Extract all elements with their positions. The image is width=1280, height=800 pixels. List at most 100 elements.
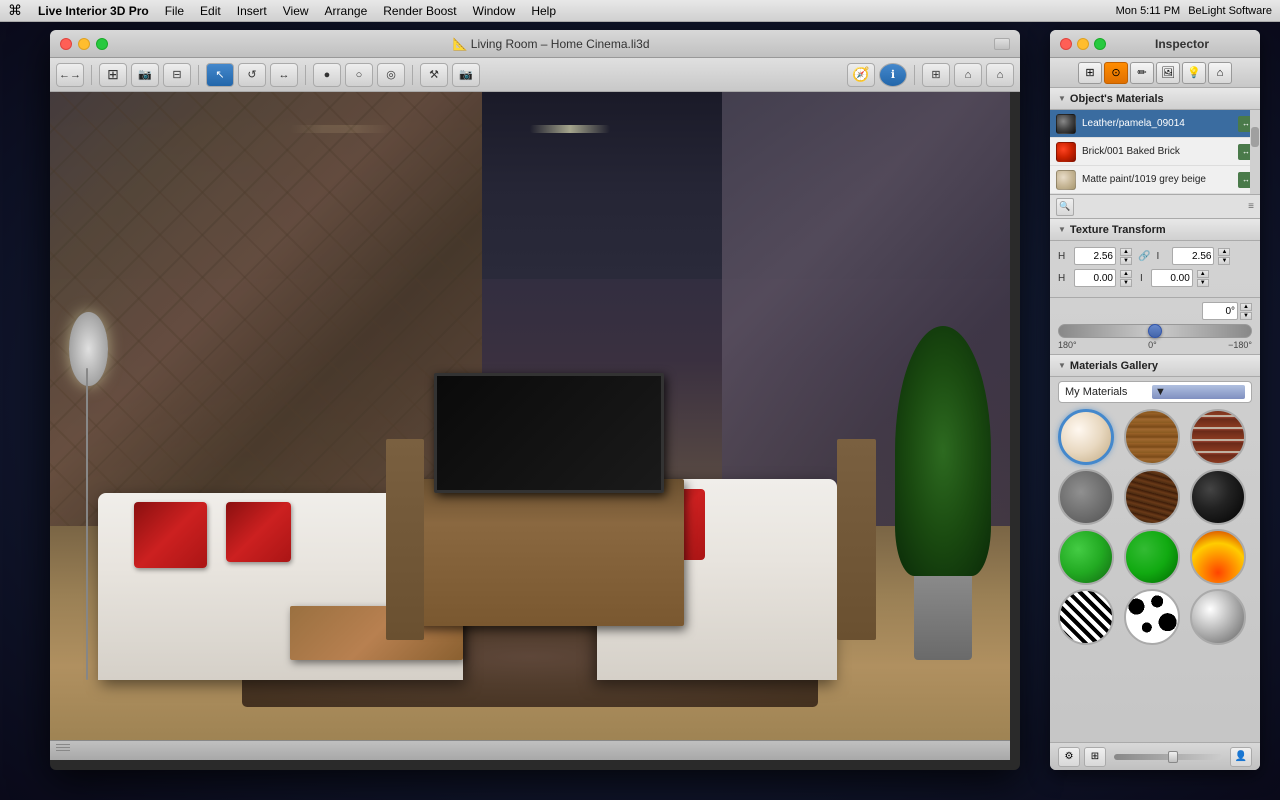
h-input-2[interactable]: 0.00 <box>1074 269 1116 287</box>
gallery-item-concrete[interactable] <box>1058 469 1114 525</box>
window-zoom-btn[interactable] <box>994 38 1010 50</box>
measure-tool[interactable]: ⚒ <box>420 63 448 87</box>
gallery-item-darkwood[interactable] <box>1124 469 1180 525</box>
3d-nav-btn[interactable]: 🧭 <box>847 63 875 87</box>
orbit-tool[interactable]: ○ <box>345 63 373 87</box>
main-window: 📐 Living Room – Home Cinema.li3d ←→ ⊞ 📷 … <box>50 30 1020 770</box>
i-input-2[interactable]: 0.00 <box>1151 269 1193 287</box>
gallery-item-silver[interactable] <box>1190 589 1246 645</box>
info-btn[interactable]: ℹ <box>879 63 907 87</box>
material-item-2[interactable]: Brick/001 Baked Brick ↔ <box>1050 138 1260 166</box>
maximize-button[interactable] <box>96 38 108 50</box>
gallery-item-fire[interactable] <box>1190 529 1246 585</box>
rotate-tool[interactable]: ↺ <box>238 63 266 87</box>
h-up-2[interactable]: ▲ <box>1120 270 1132 278</box>
gallery-item-black[interactable] <box>1190 469 1246 525</box>
gallery-item-brick[interactable] <box>1190 409 1246 465</box>
material-eyedropper[interactable]: 🔍 <box>1056 198 1074 216</box>
select-tool[interactable]: ↖ <box>206 63 234 87</box>
camera-snapshot[interactable]: 📷 <box>452 63 480 87</box>
ceiling-light-2 <box>530 125 610 133</box>
angle-slider-track[interactable] <box>1058 324 1252 338</box>
inspector-grid-btn[interactable]: ⊞ <box>1084 747 1106 767</box>
inspector-tab-object[interactable]: ⊞ <box>1078 62 1102 84</box>
inspector-user-btn[interactable]: 👤 <box>1230 747 1252 767</box>
materials-scrollbar[interactable] <box>1250 110 1260 194</box>
inspector-tab-material[interactable]: ⊙ <box>1104 62 1128 84</box>
gallery-dropdown[interactable]: My Materials ▼ <box>1058 381 1252 403</box>
menu-edit[interactable]: Edit <box>200 4 221 18</box>
room-scene <box>50 92 1010 760</box>
move-tool[interactable]: ↔ <box>270 63 298 87</box>
menu-file[interactable]: File <box>165 4 184 18</box>
view-btn[interactable]: ⊟ <box>163 63 191 87</box>
inspector-tab-edit[interactable]: ✏ <box>1130 62 1154 84</box>
gallery-item-green1[interactable] <box>1058 529 1114 585</box>
grid-view-btn[interactable]: ⊞ <box>922 63 950 87</box>
inspector-title: Inspector <box>1114 37 1250 51</box>
menu-window[interactable]: Window <box>473 4 516 18</box>
i-stepper-1[interactable]: ▲ ▼ <box>1218 248 1230 265</box>
materials-toolbar: 🔍 ≡ <box>1050 195 1260 219</box>
menu-arrange[interactable]: Arrange <box>325 4 368 18</box>
apple-menu[interactable]: ⌘ <box>8 2 22 19</box>
camera-btn[interactable]: 📷 <box>131 63 159 87</box>
resize-handle[interactable] <box>56 744 70 758</box>
sphere-tool[interactable]: ● <box>313 63 341 87</box>
angle-input[interactable]: 0° <box>1202 302 1238 320</box>
h-stepper-1[interactable]: ▲ ▼ <box>1120 248 1132 265</box>
angle-down[interactable]: ▼ <box>1240 312 1252 320</box>
inspector-tab-scene[interactable]: ⌂ <box>1208 62 1232 84</box>
h-down-1[interactable]: ▼ <box>1120 257 1132 265</box>
inspector-close[interactable] <box>1060 38 1072 50</box>
menu-help[interactable]: Help <box>531 4 556 18</box>
inspector-minimize[interactable] <box>1077 38 1089 50</box>
inspector-toolbar: ⊞ ⊙ ✏ 🖼 💡 ⌂ <box>1050 58 1260 88</box>
minimize-button[interactable] <box>78 38 90 50</box>
material-swatch-3 <box>1056 170 1076 190</box>
angle-up[interactable]: ▲ <box>1240 303 1252 311</box>
i-input-1[interactable]: 2.56 <box>1172 247 1214 265</box>
i-down-2[interactable]: ▼ <box>1197 279 1209 287</box>
menu-company: BeLight Software <box>1188 5 1272 17</box>
gallery-dropdown-value: My Materials <box>1065 386 1152 398</box>
angle-slider-thumb[interactable] <box>1148 324 1162 338</box>
gallery-item-dalmatian[interactable] <box>1124 589 1180 645</box>
menu-view[interactable]: View <box>283 4 309 18</box>
inspector-tab-texture[interactable]: 🖼 <box>1156 62 1180 84</box>
app-name[interactable]: Live Interior 3D Pro <box>38 4 149 18</box>
i-down-1[interactable]: ▼ <box>1218 257 1230 265</box>
home-btn[interactable]: ⌂ <box>954 63 982 87</box>
gallery-item-zebra[interactable] <box>1058 589 1114 645</box>
gallery-item-cream[interactable] <box>1058 409 1114 465</box>
material-item-1[interactable]: Leather/pamela_09014 ↔ <box>1050 110 1260 138</box>
menu-render-boost[interactable]: Render Boost <box>383 4 456 18</box>
h-stepper-2[interactable]: ▲ ▼ <box>1120 270 1132 287</box>
inspector-zoom-thumb[interactable] <box>1168 751 1178 763</box>
gallery-item-wood[interactable] <box>1124 409 1180 465</box>
inspector-settings-btn[interactable]: ⚙ <box>1058 747 1080 767</box>
h-down-2[interactable]: ▼ <box>1120 279 1132 287</box>
h-up-1[interactable]: ▲ <box>1120 248 1132 256</box>
viewport[interactable] <box>50 92 1010 760</box>
angle-stepper[interactable]: ▲ ▼ <box>1240 303 1252 320</box>
scene-btn[interactable]: ⌂ <box>986 63 1014 87</box>
i-up-1[interactable]: ▲ <box>1218 248 1230 256</box>
target-tool[interactable]: ◎ <box>377 63 405 87</box>
gallery-item-green2[interactable] <box>1124 529 1180 585</box>
nav-back-forward-btn[interactable]: ←→ <box>56 63 84 87</box>
h-input-1[interactable]: 2.56 <box>1074 247 1116 265</box>
materials-scrollbar-thumb[interactable] <box>1251 127 1259 147</box>
close-button[interactable] <box>60 38 72 50</box>
menu-insert[interactable]: Insert <box>237 4 267 18</box>
material-name-3: Matte paint/1019 grey beige <box>1082 174 1232 185</box>
i-stepper-2[interactable]: ▲ ▼ <box>1197 270 1209 287</box>
material-item-3[interactable]: Matte paint/1019 grey beige ↔ <box>1050 166 1260 194</box>
i-up-2[interactable]: ▲ <box>1197 270 1209 278</box>
inspector-zoom-slider[interactable] <box>1114 754 1222 760</box>
inspector-bottom-bar: ⚙ ⊞ 👤 <box>1050 742 1260 770</box>
more-options-icon[interactable]: ≡ <box>1248 201 1254 212</box>
inspector-maximize[interactable] <box>1094 38 1106 50</box>
inspector-tab-light[interactable]: 💡 <box>1182 62 1206 84</box>
floor-plan-btn[interactable]: ⊞ <box>99 63 127 87</box>
